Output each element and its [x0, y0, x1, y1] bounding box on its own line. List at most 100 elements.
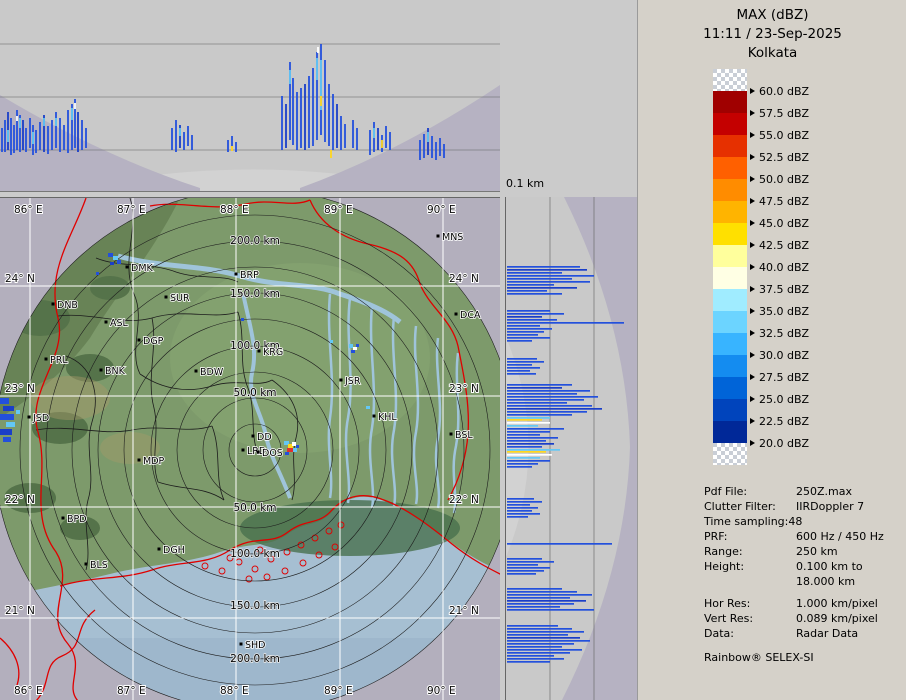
echo-row [507, 284, 554, 286]
echo-row [507, 658, 564, 660]
echo-column [352, 120, 354, 148]
info-row: Hor Res:1.000 km/pixel [704, 596, 884, 611]
latitude-label: 21° N [5, 605, 35, 617]
echo-row [507, 293, 562, 295]
echo-column [19, 118, 21, 128]
echo-row [507, 313, 564, 315]
info-label: Vert Res: [704, 611, 796, 626]
info-row: Height:0.100 km to [704, 559, 884, 574]
legend-entry: 60.0 dBZ [750, 85, 809, 97]
legend-entry: 22.5 dBZ [750, 415, 809, 427]
info-row: Data:Radar Data [704, 626, 884, 641]
echo-column [227, 140, 229, 152]
city-marker [455, 313, 458, 316]
echo-row [507, 437, 558, 439]
echo-row [507, 609, 594, 611]
legend-swatch [713, 355, 747, 377]
radar-echo [0, 414, 14, 420]
echo-column [29, 118, 31, 148]
city-label: JSD [32, 413, 49, 424]
city-label: SUR [170, 293, 190, 304]
echo-column [377, 128, 379, 150]
radar-display-window: 18.0 km 0.1 km [0, 0, 906, 700]
legend-tick-icon [750, 440, 755, 446]
echo-row [507, 408, 602, 410]
info-value: IIRDoppler 7 [796, 499, 864, 514]
info-label: Clutter Filter: [704, 499, 796, 514]
city-label: KHL [378, 412, 397, 423]
legend-swatch [713, 113, 747, 135]
echo-column [63, 125, 65, 150]
echo-row [507, 573, 536, 575]
city-label: KRG [263, 347, 283, 358]
echo-row [507, 516, 528, 518]
echo-column [289, 70, 291, 84]
echo-row [507, 504, 530, 506]
radar-echo [356, 344, 359, 347]
info-rows: Hor Res:1.000 km/pixelVert Res:0.089 km/… [704, 596, 884, 641]
latitude-label: 23° N [5, 383, 35, 395]
legend-value: 45.0 dBZ [759, 217, 809, 230]
legend-tick-icon [750, 110, 755, 116]
legend-swatch-transparent [713, 69, 747, 91]
city-marker [242, 449, 245, 452]
legend-entry: 42.5 dBZ [750, 239, 809, 251]
echo-row [507, 396, 598, 398]
city-marker [126, 266, 129, 269]
latitude-label: 21° N [449, 605, 479, 617]
echo-column [4, 120, 6, 152]
echo-row [507, 513, 540, 515]
city-label: DMK [131, 263, 154, 274]
legend-entry: 37.5 dBZ [750, 283, 809, 295]
software-name: Rainbow® SELEX-SI [704, 650, 884, 665]
radar-echo [292, 442, 296, 446]
legend-swatch [713, 179, 747, 201]
legend-tick-icon [750, 132, 755, 138]
city-marker [258, 350, 261, 353]
echo-column [317, 47, 319, 53]
city-marker [52, 303, 55, 306]
radar-echo [285, 452, 289, 455]
latitude-label: 22° N [5, 494, 35, 506]
info-value: Radar Data [796, 626, 858, 641]
echo-column [431, 136, 433, 158]
city-marker [138, 459, 141, 462]
echo-column [304, 84, 306, 150]
echo-row [507, 399, 584, 401]
city-label: MDP [143, 456, 165, 467]
legend-swatch [713, 157, 747, 179]
info-row: Vert Res:0.089 km/pixel [704, 611, 884, 626]
legend-swatch [713, 289, 747, 311]
echo-column [179, 128, 181, 136]
city-label: DD [257, 432, 272, 443]
echo-column [231, 146, 233, 151]
legend-swatch [713, 201, 747, 223]
info-value: 600 Hz / 450 Hz [796, 529, 884, 544]
city-label: ASL [110, 318, 129, 329]
echo-row [507, 334, 538, 336]
radar-map-panel[interactable]: 86° E86° E87° E87° E88° E88° E89° E89° E… [0, 197, 500, 700]
echo-row [507, 411, 587, 413]
info-value: 0.100 km to [796, 559, 863, 574]
echo-column [32, 132, 34, 144]
echo-column [81, 120, 83, 150]
info-value: 250 km [796, 544, 838, 559]
city-label: BDW [200, 367, 224, 378]
product-datetime: 11:11 / 23-Sep-2025 [638, 25, 906, 44]
legend-tick-icon [750, 396, 755, 402]
echo-column [51, 120, 53, 150]
city-marker [257, 451, 260, 454]
info-value: 0.089 km/pixel [796, 611, 878, 626]
echo-column [231, 136, 233, 146]
echo-row [507, 463, 538, 465]
legend-swatch [713, 91, 747, 113]
city-marker [437, 235, 440, 238]
echo-row [507, 269, 587, 271]
legend-value: 52.5 dBZ [759, 151, 809, 164]
radar-echo [293, 448, 297, 452]
echo-row [507, 597, 570, 599]
echo-row [507, 567, 550, 569]
info-row: Range:250 km [704, 544, 884, 559]
city-label: DGP [143, 336, 164, 347]
longitude-label: 87° E [117, 685, 146, 697]
